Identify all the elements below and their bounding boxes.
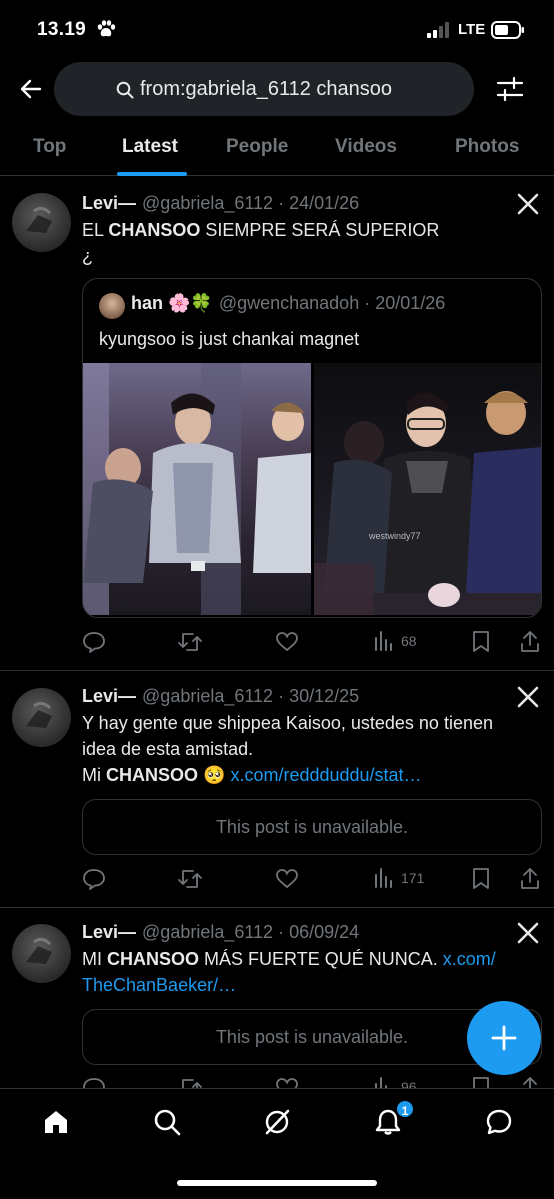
avatar[interactable]	[12, 688, 71, 747]
views-icon[interactable]	[374, 867, 394, 889]
search-input[interactable]	[140, 74, 460, 104]
tweet[interactable]: Levi— @gabriela_6112 · 30/12/25 Y hay gen…	[0, 672, 554, 908]
display-name[interactable]: Levi—	[82, 686, 136, 706]
tweet-actions: 68	[82, 630, 542, 654]
tab-latest[interactable]: Latest	[122, 136, 178, 158]
tweet-link-continued[interactable]: TheChanBaeker/…	[82, 972, 542, 998]
views-icon[interactable]	[374, 630, 394, 652]
repost-icon[interactable]	[177, 630, 203, 654]
active-tab-indicator	[117, 172, 187, 176]
quote-header: han 🌸🍀 @gwenchanadoh · 20/01/26	[131, 293, 445, 314]
compose-button[interactable]	[467, 1001, 541, 1075]
tab-videos[interactable]: Videos	[335, 136, 397, 158]
bookmark-icon[interactable]	[471, 630, 491, 654]
tweet-link[interactable]: x.com/reddduddu/stat…	[230, 765, 421, 785]
tab-people[interactable]: People	[226, 136, 288, 158]
tweet-link[interactable]: x.com/	[443, 949, 496, 969]
views-count: 171	[401, 870, 425, 886]
unavailable-post: This post is unavailable.	[82, 799, 542, 855]
tweet-actions: 171	[82, 867, 542, 891]
reply-icon[interactable]	[82, 630, 106, 654]
quote-avatar	[99, 293, 125, 319]
photo-watermark: westwindy77	[369, 531, 421, 541]
search-header	[0, 60, 554, 118]
avatar[interactable]	[12, 193, 71, 252]
avatar[interactable]	[12, 924, 71, 983]
tweet-text: MI CHANSOO MÁS FUERTE QUÉ NUNCA. x.com/ …	[82, 946, 542, 998]
search-tabs: Top Latest People Videos Photos	[0, 124, 554, 176]
tab-top[interactable]: Top	[33, 136, 66, 158]
back-arrow-icon[interactable]	[18, 76, 44, 102]
filter-icon[interactable]	[496, 76, 524, 102]
home-indicator	[177, 1180, 377, 1186]
share-icon[interactable]	[519, 867, 541, 891]
tweet-header: Levi— @gabriela_6112 · 06/09/24	[82, 922, 359, 943]
notifications-badge: 1	[395, 1099, 415, 1119]
tweet[interactable]: Levi— @gabriela_6112 · 24/01/26 EL CHANSO…	[0, 177, 554, 671]
home-icon[interactable]	[41, 1107, 71, 1137]
x-logo-icon	[517, 686, 539, 708]
signal-icon	[427, 22, 449, 38]
views-count: 68	[401, 633, 417, 649]
quote-photo-2[interactable]: westwindy77	[314, 363, 541, 615]
paw-icon	[97, 20, 116, 37]
quote-text: kyungsoo is just chankai magnet	[99, 329, 360, 349]
tweet-text: Y hay gente que shippea Kaisoo, ustedes …	[82, 713, 493, 785]
display-name[interactable]: Levi—	[82, 922, 136, 942]
tweet-text: EL CHANSOO SIEMPRE SERÁ SUPERIOR ¿	[82, 220, 440, 266]
like-icon[interactable]	[275, 867, 299, 891]
status-time: 13.19	[37, 19, 87, 40]
x-logo-icon	[517, 922, 539, 944]
quote-photo-1[interactable]	[83, 363, 311, 615]
quote-handle-date: @gwenchanadoh · 20/01/26	[218, 293, 446, 313]
grok-icon[interactable]	[262, 1107, 292, 1137]
tweet-header: Levi— @gabriela_6112 · 24/01/26	[82, 193, 359, 214]
share-icon[interactable]	[519, 630, 541, 654]
bookmark-icon[interactable]	[471, 867, 491, 891]
tab-photos[interactable]: Photos	[455, 136, 519, 158]
messages-icon[interactable]	[484, 1107, 514, 1137]
network-label: LTE	[458, 21, 486, 38]
plus-icon	[491, 1025, 517, 1051]
reply-icon[interactable]	[82, 867, 106, 891]
handle-date: @gabriela_6112 · 24/01/26	[142, 193, 360, 213]
tweet[interactable]: Levi— @gabriela_6112 · 06/09/24 MI CHANSO…	[0, 909, 554, 1099]
x-logo-icon	[517, 193, 539, 215]
handle-date: @gabriela_6112 · 06/09/24	[142, 922, 360, 942]
repost-icon[interactable]	[177, 867, 203, 891]
like-icon[interactable]	[275, 630, 299, 654]
search-bar[interactable]	[54, 62, 474, 116]
handle-date: @gabriela_6112 · 30/12/25	[142, 686, 360, 706]
tweet-header: Levi— @gabriela_6112 · 30/12/25	[82, 686, 359, 707]
search-icon	[116, 81, 134, 99]
explore-search-icon[interactable]	[152, 1107, 182, 1137]
status-bar: 13.19 LTE	[0, 0, 554, 58]
quote-display-name: han 🌸🍀	[131, 293, 213, 313]
battery-icon	[491, 21, 524, 39]
display-name[interactable]: Levi—	[82, 193, 136, 213]
quoted-tweet[interactable]: han 🌸🍀 @gwenchanadoh · 20/01/26 kyungsoo …	[82, 278, 542, 618]
